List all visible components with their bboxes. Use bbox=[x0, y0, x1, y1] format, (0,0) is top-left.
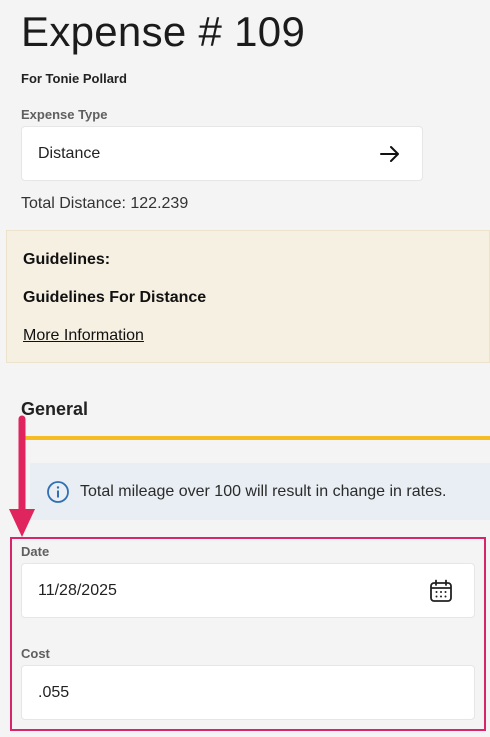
info-icon bbox=[47, 480, 69, 503]
arrow-down-icon bbox=[9, 415, 35, 537]
cost-value: .055 bbox=[38, 683, 70, 701]
guidelines-subtitle: Guidelines For Distance bbox=[23, 289, 207, 306]
date-input[interactable]: 11/28/2025 bbox=[21, 563, 475, 618]
calendar-icon[interactable] bbox=[428, 578, 454, 604]
info-banner: Total mileage over 100 will result in ch… bbox=[30, 463, 490, 520]
guidelines-title: Guidelines: bbox=[23, 251, 111, 268]
expense-type-select[interactable]: Distance bbox=[21, 126, 423, 181]
page-subtitle: For Tonie Pollard bbox=[21, 71, 127, 86]
cost-label: Cost bbox=[21, 646, 50, 661]
more-information-link[interactable]: More Information bbox=[23, 327, 144, 345]
section-divider bbox=[21, 436, 490, 440]
page-title: Expense # 109 bbox=[21, 8, 306, 55]
guidelines-panel: Guidelines: Guidelines For Distance More… bbox=[6, 230, 490, 363]
expense-type-label: Expense Type bbox=[21, 107, 108, 122]
total-distance: Total Distance: 122.239 bbox=[21, 195, 189, 212]
arrow-right-icon[interactable] bbox=[378, 142, 402, 166]
info-message: Total mileage over 100 will result in ch… bbox=[80, 482, 447, 500]
expense-type-value: Distance bbox=[38, 144, 101, 162]
cost-input[interactable]: .055 bbox=[21, 665, 475, 720]
date-value: 11/28/2025 bbox=[38, 581, 117, 599]
date-label: Date bbox=[21, 544, 50, 559]
